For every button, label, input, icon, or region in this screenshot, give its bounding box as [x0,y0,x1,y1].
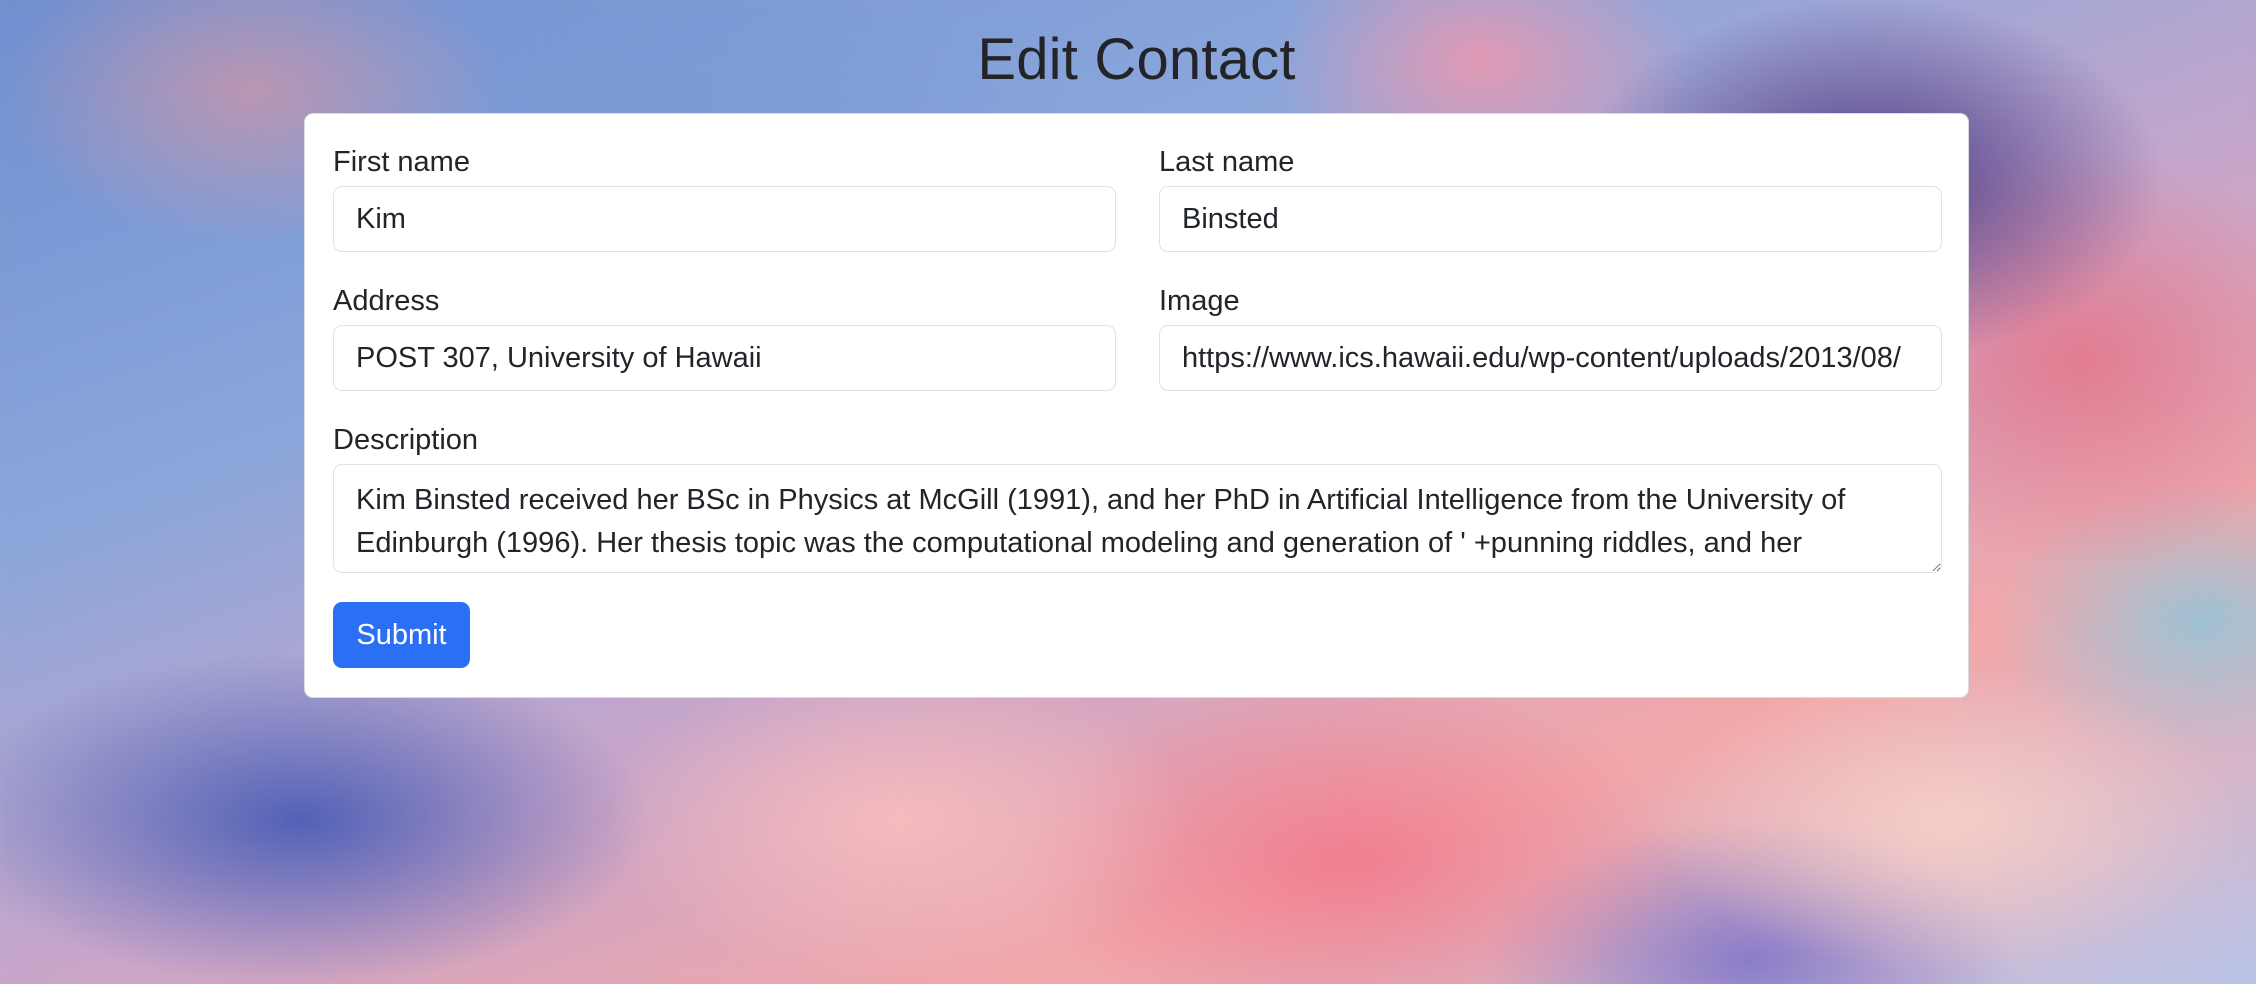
address-field[interactable] [333,325,1116,391]
submit-button[interactable]: Submit [333,602,470,668]
description-textarea[interactable]: Kim Binsted received her BSc in Physics … [333,464,1942,573]
edit-contact-form: First name Last name Address Image Descr… [304,113,1969,698]
address-label: Address [333,285,440,317]
last-name-field[interactable] [1159,186,1942,252]
last-name-label: Last name [1159,146,1295,178]
first-name-label: First name [333,146,470,178]
first-name-field[interactable] [333,186,1116,252]
description-label: Description [333,424,479,456]
image-label: Image [1159,285,1240,317]
page-title: Edit Contact [977,27,1296,92]
image-url-field[interactable] [1159,325,1942,391]
